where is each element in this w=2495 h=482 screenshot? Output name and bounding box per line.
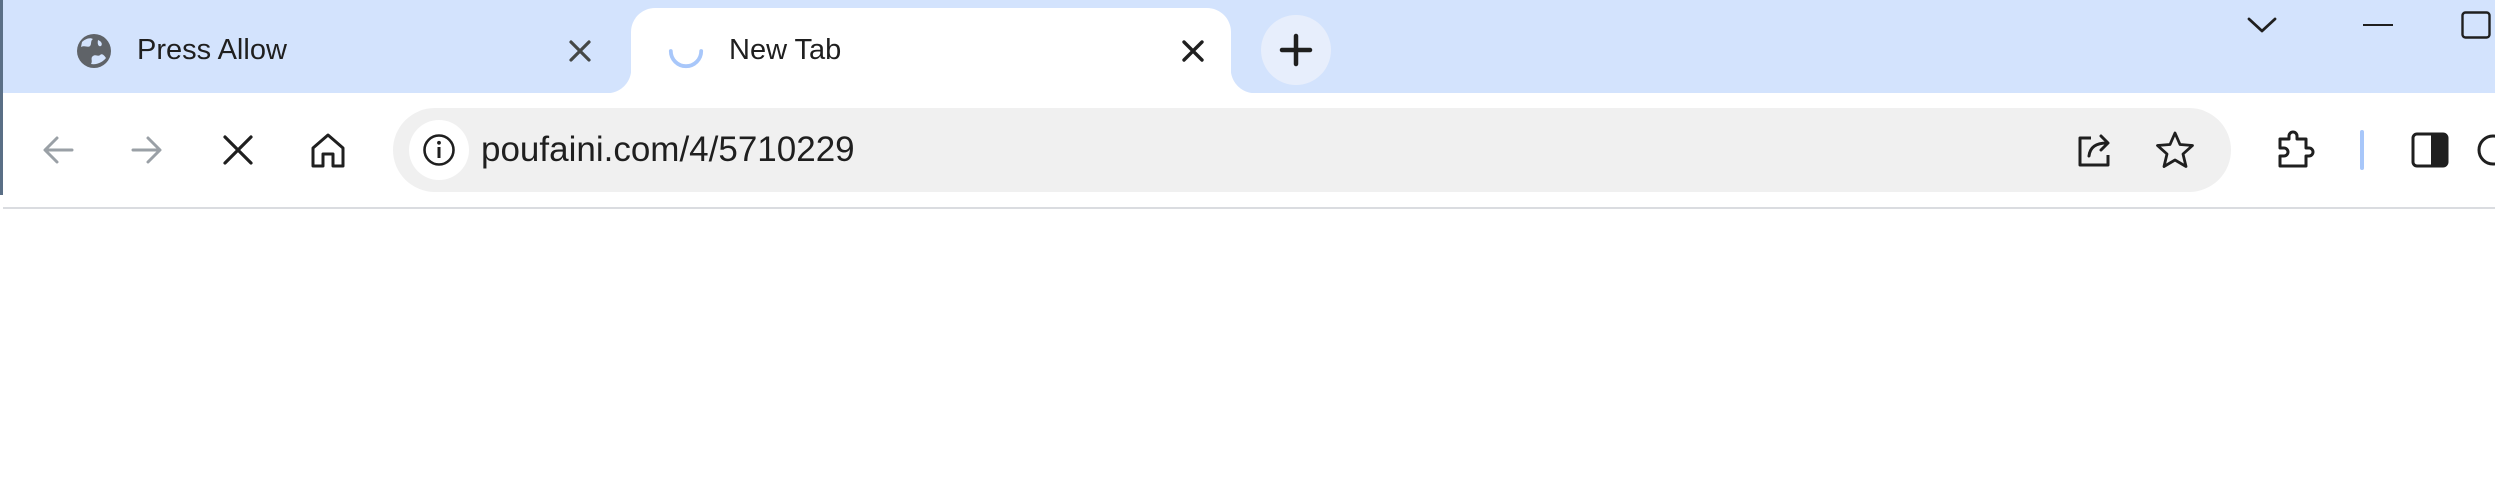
arrow-right-icon	[129, 132, 165, 168]
side-panel-button[interactable]	[2399, 119, 2461, 181]
close-icon	[222, 134, 254, 166]
close-icon[interactable]	[560, 31, 600, 71]
home-button[interactable]	[297, 119, 359, 181]
stop-loading-button[interactable]	[207, 119, 269, 181]
tab-new-tab[interactable]: New Tab	[607, 8, 1255, 93]
tab-strip: Press Allow New Tab	[3, 0, 2495, 93]
url-text[interactable]: poufaini.com/4/5710229	[481, 108, 855, 192]
arrow-left-icon	[40, 132, 76, 168]
forward-button[interactable]	[116, 119, 178, 181]
page-content	[3, 209, 2495, 482]
new-tab-button[interactable]	[1261, 15, 1331, 85]
chevron-down-icon	[2246, 15, 2278, 35]
profile-button[interactable]	[2471, 119, 2495, 181]
close-icon[interactable]	[1173, 31, 1213, 71]
tab-search-button[interactable]	[2227, 0, 2297, 50]
star-icon	[2155, 130, 2195, 170]
share-button[interactable]	[2065, 120, 2125, 180]
side-panel-icon	[2411, 132, 2449, 168]
globe-icon	[75, 32, 113, 70]
site-info-button[interactable]	[409, 120, 469, 180]
minimize-button[interactable]	[2343, 0, 2413, 50]
tab-title: New Tab	[729, 34, 842, 66]
tab-title: Press Allow	[137, 34, 287, 66]
maximize-icon	[2461, 11, 2491, 39]
puzzle-icon	[2275, 129, 2317, 171]
plus-icon	[1279, 33, 1313, 67]
back-button[interactable]	[27, 119, 89, 181]
loading-spinner-icon	[667, 32, 705, 70]
toolbar: poufaini.com/4/5710229	[3, 93, 2495, 209]
info-icon	[422, 133, 456, 167]
avatar	[2471, 130, 2495, 170]
browser-window: Press Allow New Tab poufaini.com/4/57102…	[0, 0, 2495, 482]
toolbar-divider	[2360, 130, 2364, 170]
tab-press-allow[interactable]: Press Allow	[43, 8, 618, 93]
extensions-button[interactable]	[2265, 119, 2327, 181]
minimize-icon	[2363, 23, 2393, 27]
maximize-button[interactable]	[2461, 0, 2495, 50]
bookmark-button[interactable]	[2145, 120, 2205, 180]
address-bar[interactable]: poufaini.com/4/5710229	[393, 108, 2231, 192]
share-icon	[2075, 131, 2115, 169]
home-icon	[308, 130, 348, 170]
